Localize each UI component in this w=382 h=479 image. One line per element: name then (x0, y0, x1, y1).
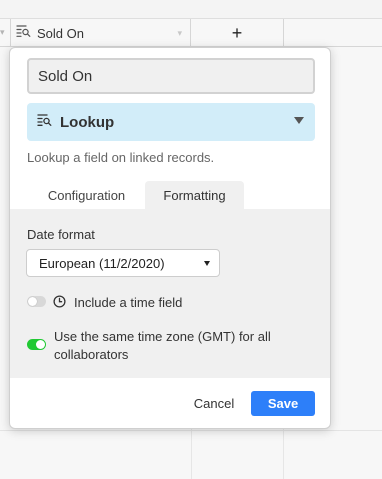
plus-icon: + (231, 22, 243, 43)
date-format-label: Date format (27, 227, 95, 242)
clock-icon (53, 295, 66, 308)
field-config-popover: Lookup Lookup a field on linked records.… (9, 47, 331, 429)
field-header-sold-on[interactable]: Sold On ▾ (10, 19, 190, 47)
field-type-description: Lookup a field on linked records. (27, 150, 215, 165)
date-format-value: European (11/2/2020) (39, 255, 165, 271)
cancel-button[interactable]: Cancel (186, 391, 242, 416)
config-tabs: Configuration Formatting (10, 181, 330, 209)
lookup-icon (16, 24, 31, 42)
same-timezone-toggle[interactable] (27, 339, 46, 350)
grid-top-strip (0, 0, 382, 18)
same-timezone-label: Use the same time zone (GMT) for all col… (54, 329, 271, 362)
field-type-label: Lookup (60, 113, 115, 131)
tab-configuration[interactable]: Configuration (31, 181, 142, 209)
formatting-panel: Date format European (11/2/2020) Include… (10, 209, 330, 378)
caret-down-icon (204, 261, 210, 266)
field-type-select[interactable]: Lookup (27, 103, 315, 141)
toggle-knob (28, 297, 37, 306)
lookup-icon (37, 113, 52, 131)
field-name-input[interactable] (27, 58, 315, 94)
previous-column-caret-icon: ▾ (0, 27, 5, 37)
grid-header-row: ▾ Sold On ▾ + (0, 18, 382, 47)
date-format-select[interactable]: European (11/2/2020) (26, 249, 220, 277)
chevron-down-icon (294, 117, 304, 124)
field-header-name: Sold On (37, 25, 84, 41)
toggle-knob (36, 340, 45, 349)
save-button[interactable]: Save (251, 391, 315, 416)
include-time-label: Include a time field (74, 295, 183, 310)
add-field-button[interactable]: + (191, 19, 283, 47)
include-time-toggle[interactable] (27, 296, 46, 307)
header-divider (283, 19, 284, 47)
field-header-caret-icon[interactable]: ▾ (177, 28, 182, 39)
tab-formatting[interactable]: Formatting (145, 181, 244, 209)
row-divider (0, 430, 382, 431)
